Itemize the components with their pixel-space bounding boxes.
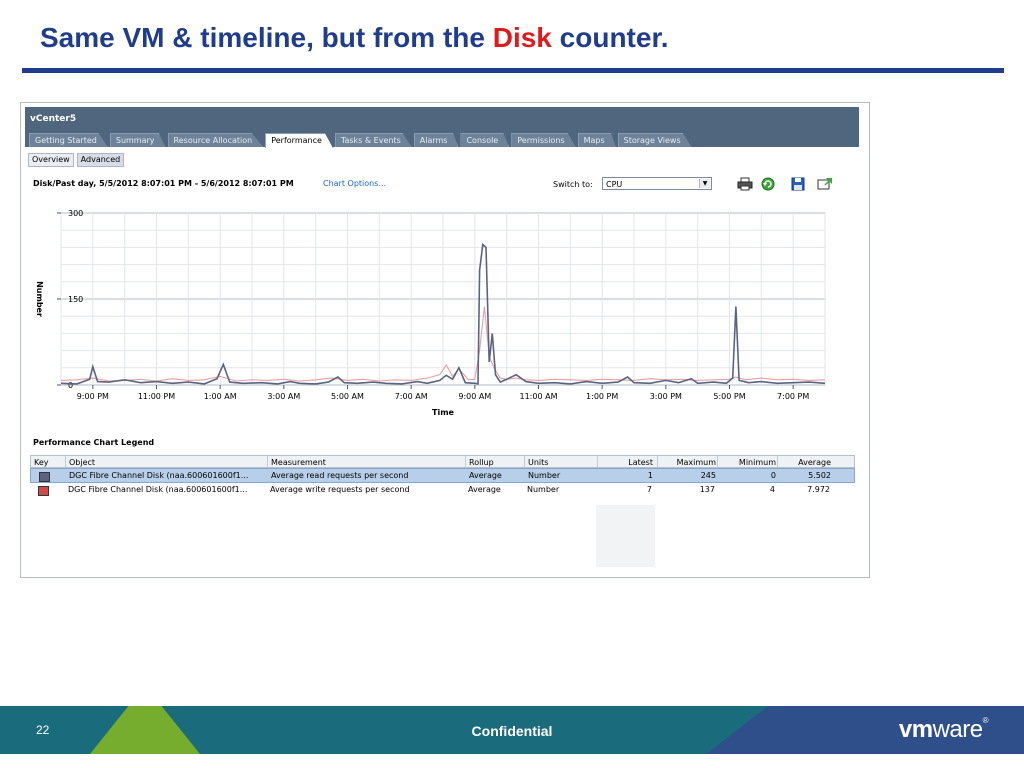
x-tick-label: 11:00 PM bbox=[138, 392, 175, 401]
logo-ware: ware bbox=[932, 716, 984, 743]
switch-to-value: CPU bbox=[606, 180, 623, 189]
x-tick-label: 3:00 AM bbox=[267, 392, 300, 401]
empty-column-area bbox=[596, 505, 655, 567]
cell-measurement: Average read requests per second bbox=[271, 471, 409, 480]
tab-maps[interactable]: Maps bbox=[577, 133, 616, 147]
column-divider[interactable] bbox=[524, 456, 525, 468]
logo-vm: vm bbox=[898, 716, 933, 743]
subtab-overview[interactable]: Overview bbox=[28, 153, 74, 167]
column-divider[interactable] bbox=[657, 456, 658, 468]
tab-tasks-events[interactable]: Tasks & Events bbox=[334, 133, 412, 147]
x-tick-label: 1:00 PM bbox=[586, 392, 618, 401]
column-divider[interactable] bbox=[597, 456, 598, 468]
x-tick-label: 7:00 PM bbox=[777, 392, 809, 401]
slide-title: Same VM & timeline, but from the Disk co… bbox=[40, 22, 669, 54]
legend-table: Key Object Measurement Rollup Units Latest Max… bbox=[30, 455, 855, 498]
cell-minimum: 0 bbox=[770, 471, 776, 480]
column-divider[interactable] bbox=[267, 456, 268, 468]
switch-to-label: Switch to: bbox=[553, 180, 593, 189]
cell-latest: 1 bbox=[647, 471, 653, 480]
cell-rollup: Average bbox=[468, 485, 501, 494]
series-color-swatch bbox=[38, 486, 49, 496]
cell-minimum: 4 bbox=[769, 485, 775, 494]
series-color-swatch bbox=[39, 472, 50, 482]
tab-summary[interactable]: Summary bbox=[109, 133, 166, 147]
title-accent: Disk bbox=[492, 22, 552, 53]
legend-heading: Performance Chart Legend bbox=[33, 438, 155, 447]
subtab-bar: Overview Advanced bbox=[28, 153, 127, 167]
tab-alarms[interactable]: Alarms bbox=[413, 133, 459, 147]
legend-row[interactable]: DGC Fibre Channel Disk (naa.600601600f1.… bbox=[30, 483, 855, 498]
cell-units: Number bbox=[527, 485, 560, 494]
switch-to-select[interactable]: CPU ▼ bbox=[602, 177, 712, 190]
x-tick-label: 3:00 PM bbox=[650, 392, 682, 401]
column-divider[interactable] bbox=[777, 456, 778, 468]
cell-units: Number bbox=[528, 471, 561, 480]
column-divider[interactable] bbox=[717, 456, 718, 468]
title-rule bbox=[22, 68, 1004, 73]
slide-footer: 22 Confidential vmware® bbox=[0, 706, 1024, 754]
chevron-down-icon[interactable]: ▼ bbox=[699, 179, 710, 188]
cell-maximum: 137 bbox=[699, 485, 715, 494]
y-tick-label: 0 bbox=[68, 381, 73, 390]
legend-header-row: Key Object Measurement Rollup Units Latest Max… bbox=[30, 455, 855, 468]
x-tick-label: 9:00 AM bbox=[458, 392, 491, 401]
cell-rollup: Average bbox=[469, 471, 502, 480]
y-axis-label: Number bbox=[35, 281, 44, 317]
legend-row[interactable]: DGC Fibre Channel Disk (naa.600601600f1.… bbox=[30, 468, 855, 483]
y-tick-label: 150 bbox=[68, 295, 83, 304]
column-divider[interactable] bbox=[465, 456, 466, 468]
chart-title: Disk/Past day, 5/5/2012 8:07:01 PM - 5/6… bbox=[33, 179, 294, 188]
confidential-label: Confidential bbox=[471, 723, 553, 739]
vcenter-title: vCenter5 bbox=[30, 114, 77, 124]
column-divider[interactable] bbox=[65, 456, 66, 468]
cell-latest: 7 bbox=[646, 485, 652, 494]
vmware-logo: vmware® bbox=[898, 716, 989, 744]
export-icon[interactable] bbox=[817, 177, 833, 191]
tab-storage-views[interactable]: Storage Views bbox=[617, 133, 692, 147]
x-tick-label: 7:00 AM bbox=[395, 392, 428, 401]
x-axis-label: Time bbox=[432, 408, 455, 417]
refresh-icon[interactable] bbox=[760, 177, 776, 191]
subtab-advanced[interactable]: Advanced bbox=[76, 153, 125, 167]
vcenter-screenshot: vCenter5 Getting Started Summary Resource … bbox=[20, 102, 870, 578]
performance-chart: 300 150 0 9:00 PM 11:00 PM 1:00 AM 3:00 AM 5:00… bbox=[35, 209, 826, 417]
vcenter-header: vCenter5 Getting Started Summary Resource … bbox=[25, 107, 859, 148]
save-icon[interactable] bbox=[790, 177, 806, 191]
cell-average: 7.972 bbox=[807, 485, 830, 494]
x-tick-label: 9:00 PM bbox=[77, 392, 109, 401]
tab-getting-started[interactable]: Getting Started bbox=[29, 133, 108, 147]
print-icon[interactable] bbox=[737, 177, 753, 191]
logo-registered-mark: ® bbox=[982, 716, 989, 725]
tab-console[interactable]: Console bbox=[460, 133, 510, 147]
x-tick-label: 11:00 AM bbox=[520, 392, 558, 401]
tab-bar: Getting Started Summary Resource Allocatio… bbox=[29, 133, 694, 148]
title-text-after: counter. bbox=[551, 22, 669, 53]
x-tick-label: 5:00 AM bbox=[331, 392, 364, 401]
cell-maximum: 245 bbox=[700, 471, 716, 480]
chart-options-link[interactable]: Chart Options... bbox=[323, 179, 386, 188]
y-tick-label: 300 bbox=[68, 209, 83, 218]
cell-object: DGC Fibre Channel Disk (naa.600601600f1.… bbox=[68, 485, 248, 494]
cell-object: DGC Fibre Channel Disk (naa.600601600f1.… bbox=[69, 471, 249, 480]
tab-performance[interactable]: Performance bbox=[265, 133, 333, 148]
tab-resource-allocation[interactable]: Resource Allocation bbox=[167, 133, 264, 147]
cell-average: 5.502 bbox=[808, 471, 831, 480]
x-tick-label: 1:00 AM bbox=[204, 392, 237, 401]
x-tick-label: 5:00 PM bbox=[713, 392, 745, 401]
cell-measurement: Average write requests per second bbox=[270, 485, 410, 494]
tab-permissions[interactable]: Permissions bbox=[511, 133, 576, 147]
title-text-before: Same VM & timeline, but from the bbox=[40, 22, 493, 53]
